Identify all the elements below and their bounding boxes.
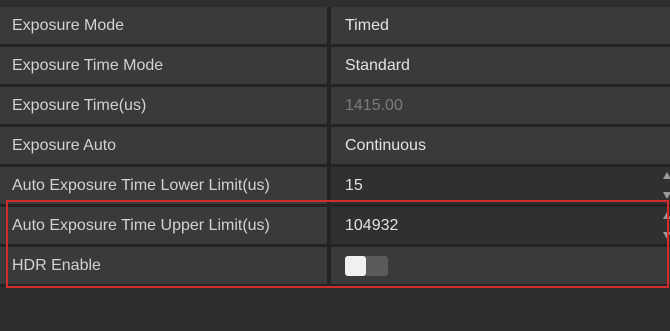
- property-row-exposure-mode: Exposure Mode Timed: [0, 7, 670, 47]
- upper-limit-value: 104932: [345, 217, 399, 234]
- spin-arrows[interactable]: [663, 170, 670, 201]
- property-row-exposure-time-mode: Exposure Time Mode Standard: [0, 47, 670, 87]
- upper-limit-spinbox[interactable]: 104932: [331, 207, 670, 244]
- property-label: Exposure Time Mode: [0, 47, 327, 84]
- hdr-enable-cell: [331, 247, 670, 284]
- property-row-hdr-enable: HDR Enable: [0, 247, 670, 287]
- spin-arrows[interactable]: [663, 210, 670, 241]
- spin-down-icon[interactable]: [663, 192, 670, 199]
- property-label: Exposure Time(us): [0, 87, 327, 124]
- property-label: HDR Enable: [0, 247, 327, 284]
- lower-limit-spinbox[interactable]: 15: [331, 167, 670, 204]
- toggle-knob: [345, 256, 366, 276]
- property-row-auto-exposure-lower-limit: Auto Exposure Time Lower Limit(us) 15: [0, 167, 670, 207]
- property-row-exposure-auto: Exposure Auto Continuous: [0, 127, 670, 167]
- spin-up-icon[interactable]: [663, 172, 670, 179]
- property-row-auto-exposure-upper-limit: Auto Exposure Time Upper Limit(us) 10493…: [0, 207, 670, 247]
- property-label: Auto Exposure Time Lower Limit(us): [0, 167, 327, 204]
- exposure-time-mode-dropdown[interactable]: Standard: [331, 47, 670, 84]
- spin-down-icon[interactable]: [663, 232, 670, 239]
- exposure-auto-dropdown[interactable]: Continuous: [331, 127, 670, 164]
- property-label: Exposure Auto: [0, 127, 327, 164]
- lower-limit-value: 15: [345, 177, 363, 194]
- exposure-mode-dropdown[interactable]: Timed: [331, 7, 670, 44]
- property-label: Exposure Mode: [0, 7, 327, 44]
- property-label: Auto Exposure Time Upper Limit(us): [0, 207, 327, 244]
- exposure-time-field: 1415.00: [331, 87, 670, 124]
- property-row-exposure-time: Exposure Time(us) 1415.00: [0, 87, 670, 127]
- hdr-enable-toggle[interactable]: [345, 256, 388, 276]
- spin-up-icon[interactable]: [663, 212, 670, 219]
- property-grid: Exposure Mode Timed Exposure Time Mode S…: [0, 0, 670, 331]
